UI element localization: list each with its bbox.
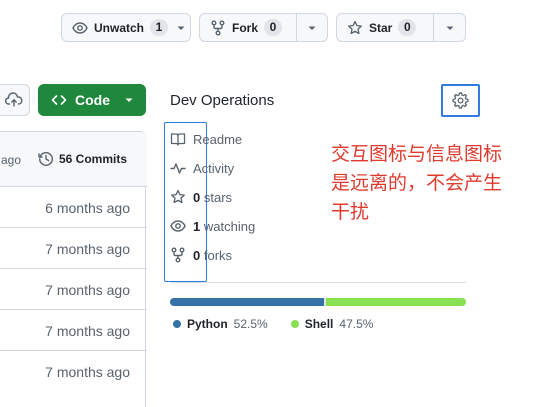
language-bar [170, 298, 466, 306]
star-icon [347, 20, 363, 36]
language-bar-segment-shell [326, 298, 466, 306]
history-icon [38, 151, 54, 167]
language-legend: Python 52.5% Shell 47.5% [173, 317, 373, 331]
star-count: 0 [398, 19, 417, 36]
file-row-date: 7 months ago [45, 241, 130, 257]
code-icon [51, 92, 67, 108]
file-row-date: 7 months ago [45, 282, 130, 298]
commit-age-fragment: ago [1, 153, 22, 167]
star-dropdown-caret[interactable] [433, 14, 465, 41]
forks-count: 0 [193, 247, 201, 263]
sidebar-link-watching[interactable]: 1 watching [170, 218, 255, 234]
sidebar-link-activity[interactable]: Activity [170, 160, 234, 176]
stars-label: stars [203, 189, 233, 205]
watch-button[interactable]: Unwatch 1 [61, 13, 191, 42]
forks-label: forks [203, 247, 233, 263]
chevron-down-icon [308, 26, 316, 30]
pulse-icon [170, 160, 186, 176]
code-label: Code [75, 92, 110, 108]
file-row-date: 7 months ago [45, 323, 130, 339]
file-row-date: 7 months ago [45, 364, 130, 380]
language-percent: 47.5% [339, 317, 374, 331]
book-icon [170, 131, 186, 147]
language-item-shell[interactable]: Shell 47.5% [290, 317, 374, 331]
commits-count-label: 56 Commits [59, 152, 128, 166]
language-name: Python [187, 317, 228, 331]
fork-label: Fork [232, 20, 259, 35]
file-row[interactable]: 7 months ago [0, 269, 147, 310]
python-color-dot [173, 320, 181, 328]
fork-count: 0 [264, 19, 283, 36]
latest-commit-bar: ago 56 Commits [0, 132, 147, 187]
cloud-upload-icon [5, 92, 23, 108]
annotation-note: 交互图标与信息图标是远离的，不会产生干扰 [331, 143, 503, 223]
fork-dropdown-caret[interactable] [295, 14, 327, 41]
language-bar-segment-python [170, 298, 325, 306]
file-row[interactable]: 6 months ago [0, 187, 147, 228]
eye-icon [170, 218, 186, 234]
file-row[interactable]: 7 months ago [0, 310, 147, 351]
language-percent: 52.5% [233, 317, 268, 331]
star-label: Star [369, 20, 393, 35]
watch-count: 1 [150, 19, 169, 36]
file-row-date: 6 months ago [45, 200, 130, 216]
gear-icon [452, 92, 469, 109]
watch-label: Unwatch [94, 20, 145, 35]
chevron-down-icon [124, 95, 134, 105]
star-icon [170, 189, 186, 205]
codespaces-button[interactable] [0, 84, 30, 116]
file-list-panel: ago 56 Commits 6 months ago 7 months ago… [0, 131, 147, 407]
readme-label: Readme [193, 131, 243, 147]
repo-forked-icon [210, 20, 226, 36]
sidebar-link-stars[interactable]: 0 stars [170, 189, 232, 205]
language-name: Shell [304, 317, 334, 331]
code-button[interactable]: Code [38, 84, 146, 116]
stars-count: 0 [193, 189, 201, 205]
sidebar-link-readme[interactable]: Readme [170, 131, 242, 147]
about-settings-button[interactable] [441, 84, 480, 117]
chevron-down-icon [446, 26, 454, 30]
star-button[interactable]: Star 0 [336, 13, 466, 42]
language-item-python[interactable]: Python 52.5% [173, 317, 268, 331]
chevron-down-icon [176, 23, 194, 33]
file-row[interactable]: 7 months ago [0, 351, 147, 392]
watching-label: watching [203, 218, 256, 234]
repo-description: Dev Operations [170, 92, 275, 109]
eye-icon [72, 20, 88, 36]
commits-link[interactable]: 56 Commits [38, 151, 127, 167]
repo-forked-icon [170, 247, 186, 263]
shell-color-dot [290, 320, 299, 328]
file-row[interactable]: 7 months ago [0, 228, 147, 269]
fork-button[interactable]: Fork 0 [199, 13, 328, 42]
sidebar-link-forks[interactable]: 0 forks [170, 247, 232, 263]
watching-count: 1 [193, 218, 201, 234]
sidebar-divider [170, 282, 466, 283]
activity-label: Activity [193, 160, 235, 176]
